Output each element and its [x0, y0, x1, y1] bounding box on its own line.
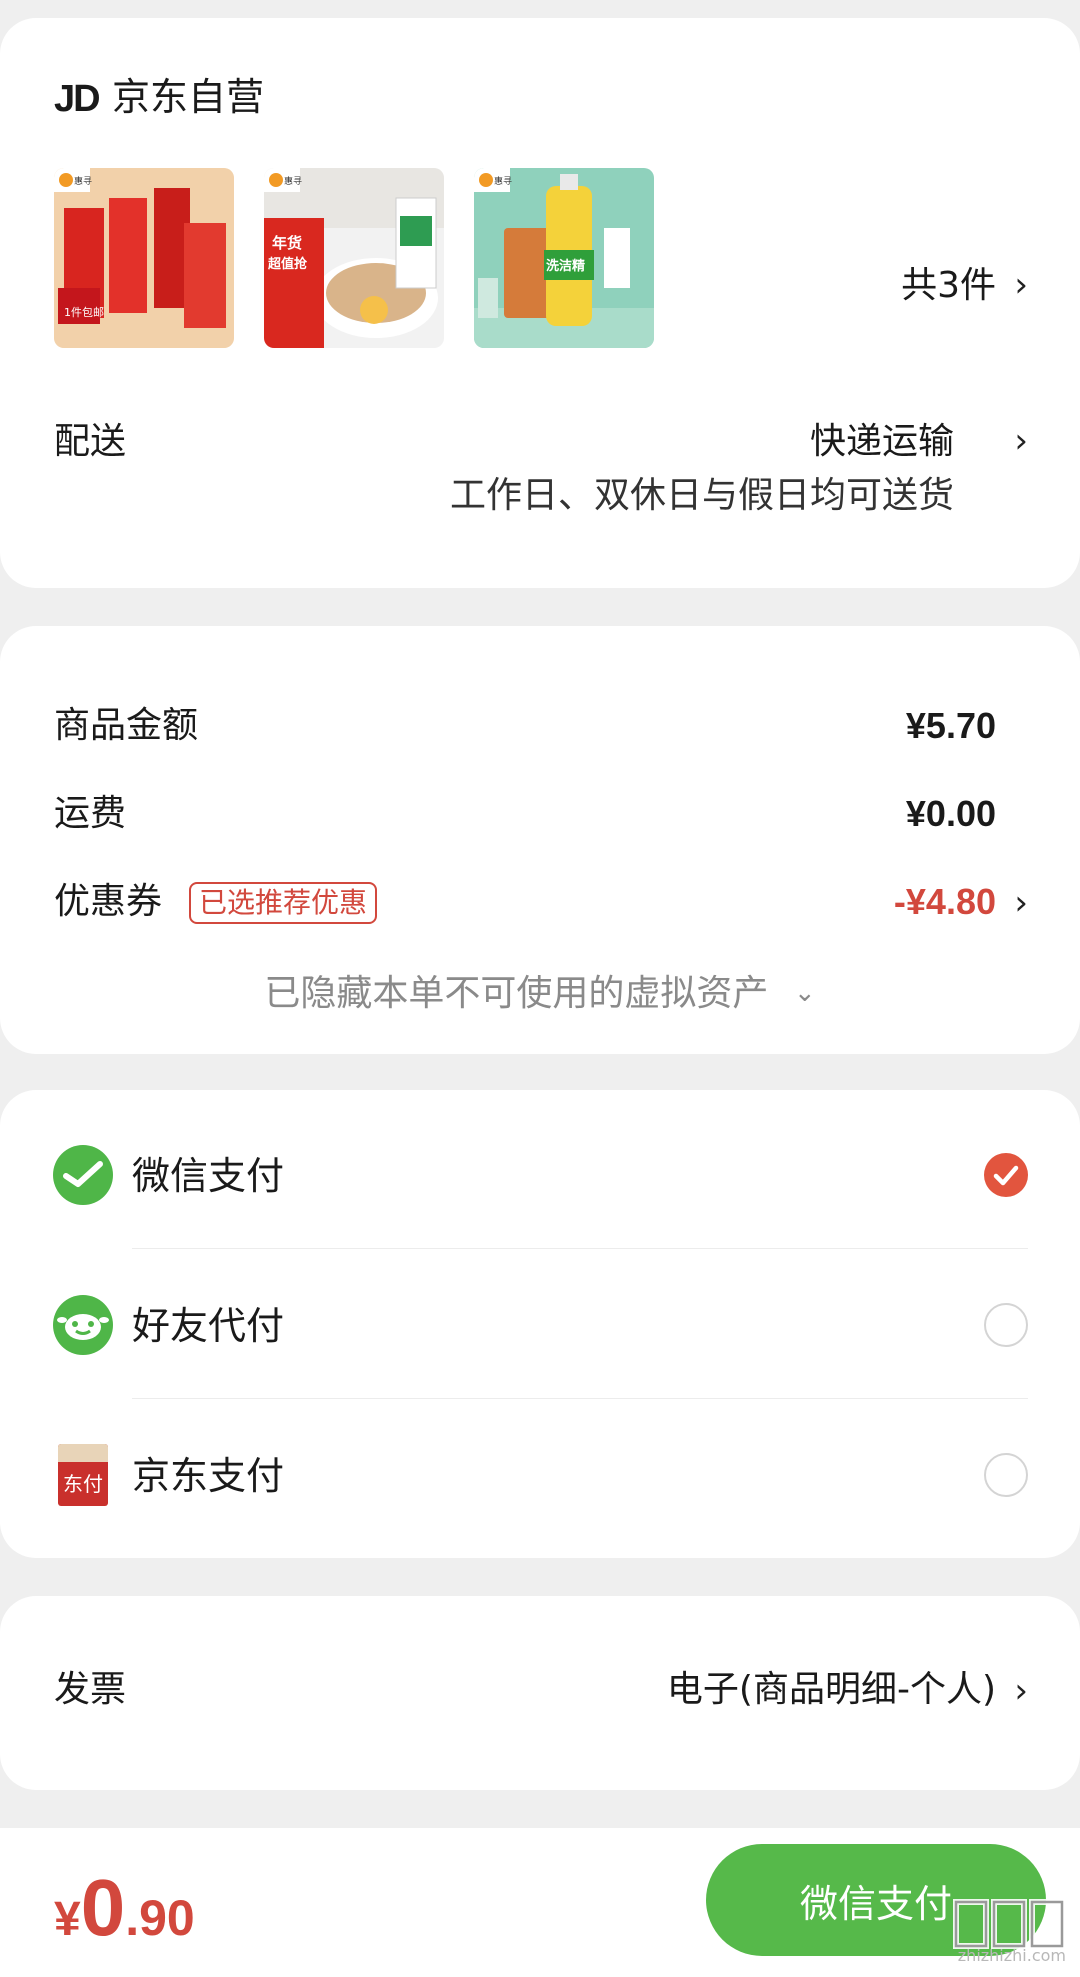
goods-amount-label: 商品金额: [54, 705, 199, 746]
thumb2-title: 年货: [272, 234, 302, 252]
radio-unselected-jd[interactable]: [984, 1453, 1028, 1497]
item-count[interactable]: 共3件: [901, 268, 996, 304]
store-name[interactable]: 京东自营: [112, 78, 264, 116]
payment-label-friend: 好友代付: [132, 1304, 285, 1348]
product-thumbnail-3[interactable]: 惠寻 洗洁精: [474, 168, 654, 348]
goods-amount-value: ¥5.70: [905, 705, 996, 746]
coupon-recommended-badge: 已选推荐优惠: [189, 882, 378, 924]
coupon-label: 优惠券: [54, 881, 163, 922]
friend-pay-icon: [53, 1295, 113, 1355]
jd-logo: JD: [54, 78, 101, 120]
total-decimal: .90: [125, 1890, 195, 1946]
currency-symbol: ¥: [54, 1893, 81, 1946]
payment-label-wechat: 微信支付: [132, 1154, 285, 1198]
chevron-right-icon[interactable]: ›: [1014, 1674, 1028, 1708]
freight-value: ¥0.00: [905, 793, 996, 834]
payment-label-jd: 京东支付: [132, 1454, 285, 1498]
thumb1-brand: 惠寻: [74, 175, 92, 187]
hidden-assets-toggle[interactable]: 已隐藏本单不可使用的虚拟资产 ⌄: [0, 964, 1080, 1016]
shipping-method[interactable]: 快递运输: [810, 424, 954, 460]
divider: [132, 1248, 1028, 1249]
jd-pay-icon-text: 东付: [63, 1472, 103, 1496]
thumb2-sub: 超值抢: [268, 256, 308, 272]
freight-label: 运费: [54, 793, 127, 834]
thumb3-label: 洗洁精: [546, 258, 585, 274]
chevron-right-icon[interactable]: ›: [1014, 424, 1028, 458]
jd-pay-icon: 东付: [58, 1444, 108, 1506]
chevron-right-icon[interactable]: ›: [1014, 268, 1028, 302]
chevron-right-icon[interactable]: ›: [1014, 886, 1028, 920]
thumb2-brand: 惠寻: [284, 175, 302, 187]
coupon-value[interactable]: -¥4.80: [894, 884, 996, 920]
invoice-label: 发票: [54, 1669, 127, 1710]
wechat-pay-icon: [53, 1145, 113, 1205]
invoice-value[interactable]: 电子(商品明细-个人): [667, 1672, 996, 1708]
shipping-label: 配送: [54, 421, 127, 462]
total-price: ¥0.90: [54, 1862, 195, 1954]
radio-unselected-friend[interactable]: [984, 1303, 1028, 1347]
product-thumbnail-2[interactable]: 惠寻 年货 超值抢: [264, 168, 444, 348]
chevron-down-icon: ⌄: [793, 978, 816, 1008]
hidden-assets-text: 已隐藏本单不可使用的虚拟资产: [264, 973, 769, 1014]
thumb3-brand: 惠寻: [494, 175, 512, 187]
product-thumbnail-1[interactable]: 惠寻 1件包邮: [54, 168, 234, 348]
radio-selected-wechat[interactable]: [984, 1153, 1028, 1197]
total-integer: 0: [80, 1863, 126, 1952]
shipping-note: 工作日、双休日与假日均可送货: [449, 475, 954, 516]
divider: [132, 1398, 1028, 1399]
thumb1-tag: 1件包邮: [64, 306, 104, 319]
watermark-text: zhizhizhi.com: [957, 1946, 1066, 1965]
